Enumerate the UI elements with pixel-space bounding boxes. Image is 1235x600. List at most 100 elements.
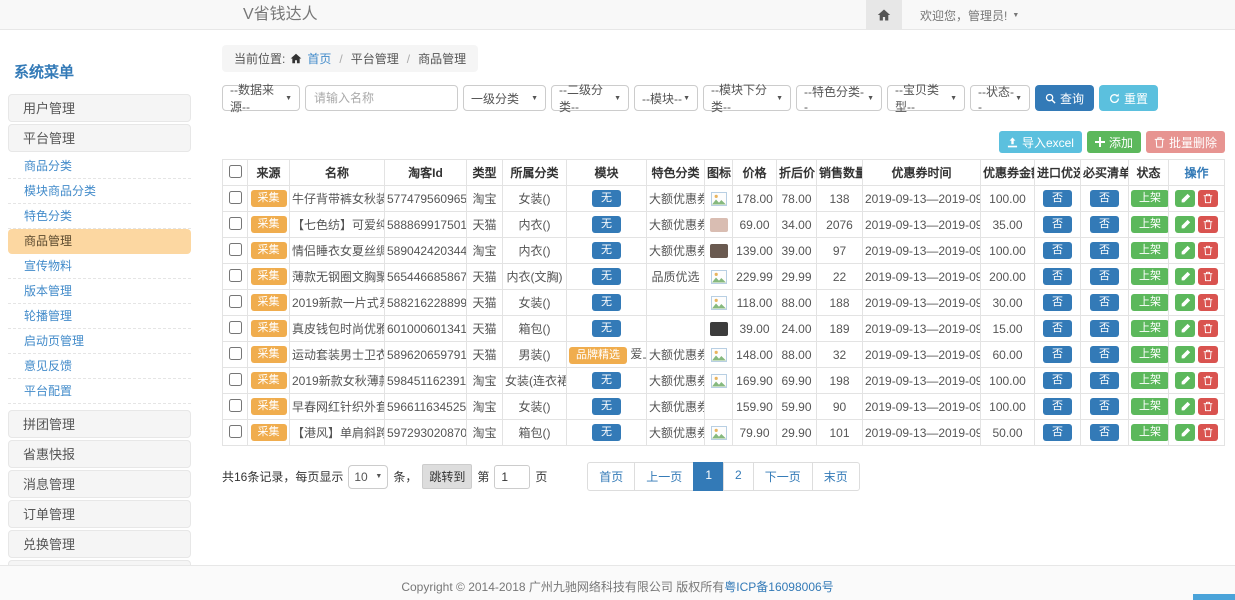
import-toggle-badge[interactable]: 否 xyxy=(1043,190,1072,207)
jump-page-input[interactable] xyxy=(494,465,530,489)
edit-button[interactable] xyxy=(1175,424,1195,441)
search-button[interactable]: 查询 xyxy=(1035,85,1094,111)
user-menu[interactable]: 欢迎您，管理员! ▼ xyxy=(920,7,1019,24)
jump-button[interactable]: 跳转到 xyxy=(422,464,472,489)
name-search-input[interactable] xyxy=(305,85,458,111)
edit-button[interactable] xyxy=(1175,372,1195,389)
filter-select-status[interactable]: --状态--▼ xyxy=(970,85,1030,111)
import-toggle-badge[interactable]: 否 xyxy=(1043,398,1072,415)
icp-link[interactable]: 粤ICP备16098006号 xyxy=(724,580,833,594)
filter-select-item-type[interactable]: --宝贝类型--▼ xyxy=(887,85,965,111)
page-button-2[interactable]: 2 xyxy=(723,462,754,491)
sidebar-item-splash-manage[interactable]: 启动页管理 xyxy=(8,329,191,354)
sidebar-item-version-manage[interactable]: 版本管理 xyxy=(8,279,191,304)
status-badge[interactable]: 上架 xyxy=(1131,294,1169,311)
row-checkbox[interactable] xyxy=(229,217,242,230)
import-toggle-badge[interactable]: 否 xyxy=(1043,294,1072,311)
delete-button[interactable] xyxy=(1198,320,1218,337)
page-button-上一页[interactable]: 上一页 xyxy=(634,462,694,491)
must-buy-toggle-badge[interactable]: 否 xyxy=(1090,190,1119,207)
sidebar-item-goods-category[interactable]: 商品分类 xyxy=(8,154,191,179)
page-button-1[interactable]: 1 xyxy=(693,462,724,491)
sidebar-group-group-buy[interactable]: 拼团管理 xyxy=(8,410,191,438)
sidebar-item-feedback[interactable]: 意见反馈 xyxy=(8,354,191,379)
edit-button[interactable] xyxy=(1175,268,1195,285)
import-toggle-badge[interactable]: 否 xyxy=(1043,346,1072,363)
filter-select-module-sub-category[interactable]: --模块下分类--▼ xyxy=(703,85,791,111)
delete-button[interactable] xyxy=(1198,268,1218,285)
select-all-checkbox[interactable] xyxy=(229,165,242,178)
sidebar-group-express-news[interactable]: 省惠快报 xyxy=(8,440,191,468)
back-to-top-button[interactable] xyxy=(1193,594,1235,600)
must-buy-toggle-badge[interactable]: 否 xyxy=(1090,320,1119,337)
must-buy-toggle-badge[interactable]: 否 xyxy=(1090,294,1119,311)
delete-button[interactable] xyxy=(1198,398,1218,415)
status-badge[interactable]: 上架 xyxy=(1131,268,1169,285)
status-badge[interactable]: 上架 xyxy=(1131,346,1169,363)
sidebar-item-goods-manage[interactable]: 商品管理 xyxy=(8,229,191,254)
edit-button[interactable] xyxy=(1175,346,1195,363)
row-checkbox[interactable] xyxy=(229,191,242,204)
status-badge[interactable]: 上架 xyxy=(1131,190,1169,207)
row-checkbox[interactable] xyxy=(229,399,242,412)
delete-button[interactable] xyxy=(1198,424,1218,441)
edit-button[interactable] xyxy=(1175,242,1195,259)
row-checkbox[interactable] xyxy=(229,425,242,438)
status-badge[interactable]: 上架 xyxy=(1131,398,1169,415)
filter-select-data-source[interactable]: --数据来源--▼ xyxy=(222,85,300,111)
reset-button[interactable]: 重置 xyxy=(1099,85,1158,111)
edit-button[interactable] xyxy=(1175,320,1195,337)
status-badge[interactable]: 上架 xyxy=(1131,424,1169,441)
sidebar-item-platform-config[interactable]: 平台配置 xyxy=(8,379,191,404)
must-buy-toggle-badge[interactable]: 否 xyxy=(1090,372,1119,389)
sidebar-item-carousel-manage[interactable]: 轮播管理 xyxy=(8,304,191,329)
edit-button[interactable] xyxy=(1175,190,1195,207)
status-badge[interactable]: 上架 xyxy=(1131,242,1169,259)
row-checkbox[interactable] xyxy=(229,243,242,256)
filter-select-level2-category[interactable]: --二级分类--▼ xyxy=(551,85,629,111)
add-button[interactable]: 添加 xyxy=(1087,131,1141,153)
delete-button[interactable] xyxy=(1198,346,1218,363)
edit-button[interactable] xyxy=(1175,398,1195,415)
sidebar-group-users[interactable]: 用户管理 xyxy=(8,94,191,122)
import-toggle-badge[interactable]: 否 xyxy=(1043,424,1072,441)
delete-button[interactable] xyxy=(1198,372,1218,389)
import-toggle-badge[interactable]: 否 xyxy=(1043,268,1072,285)
breadcrumb-home-link[interactable]: 首页 xyxy=(307,50,331,67)
sidebar-item-feature-category[interactable]: 特色分类 xyxy=(8,204,191,229)
delete-button[interactable] xyxy=(1198,294,1218,311)
sidebar-group-order[interactable]: 订单管理 xyxy=(8,500,191,528)
batch-delete-button[interactable]: 批量删除 xyxy=(1146,131,1225,153)
page-button-首页[interactable]: 首页 xyxy=(587,462,635,491)
import-toggle-badge[interactable]: 否 xyxy=(1043,320,1072,337)
home-button[interactable] xyxy=(866,0,902,30)
edit-button[interactable] xyxy=(1175,294,1195,311)
delete-button[interactable] xyxy=(1198,242,1218,259)
row-checkbox[interactable] xyxy=(229,373,242,386)
row-checkbox[interactable] xyxy=(229,269,242,282)
must-buy-toggle-badge[interactable]: 否 xyxy=(1090,268,1119,285)
edit-button[interactable] xyxy=(1175,216,1195,233)
import-excel-button[interactable]: 导入excel xyxy=(999,131,1082,153)
sidebar-item-promo-material[interactable]: 宣传物料 xyxy=(8,254,191,279)
row-checkbox[interactable] xyxy=(229,295,242,308)
status-badge[interactable]: 上架 xyxy=(1131,216,1169,233)
filter-select-feature-category[interactable]: --特色分类--▼ xyxy=(796,85,882,111)
must-buy-toggle-badge[interactable]: 否 xyxy=(1090,216,1119,233)
import-toggle-badge[interactable]: 否 xyxy=(1043,242,1072,259)
must-buy-toggle-badge[interactable]: 否 xyxy=(1090,346,1119,363)
sidebar-group-platform[interactable]: 平台管理 xyxy=(8,124,191,152)
must-buy-toggle-badge[interactable]: 否 xyxy=(1090,398,1119,415)
delete-button[interactable] xyxy=(1198,190,1218,207)
import-toggle-badge[interactable]: 否 xyxy=(1043,372,1072,389)
sidebar-group-message[interactable]: 消息管理 xyxy=(8,470,191,498)
page-button-末页[interactable]: 末页 xyxy=(812,462,860,491)
filter-select-module[interactable]: --模块--▼ xyxy=(634,85,698,111)
status-badge[interactable]: 上架 xyxy=(1131,372,1169,389)
import-toggle-badge[interactable]: 否 xyxy=(1043,216,1072,233)
page-button-下一页[interactable]: 下一页 xyxy=(753,462,813,491)
filter-select-level1-category[interactable]: 一级分类▼ xyxy=(463,85,546,111)
sidebar-item-module-goods-category[interactable]: 模块商品分类 xyxy=(8,179,191,204)
must-buy-toggle-badge[interactable]: 否 xyxy=(1090,424,1119,441)
delete-button[interactable] xyxy=(1198,216,1218,233)
